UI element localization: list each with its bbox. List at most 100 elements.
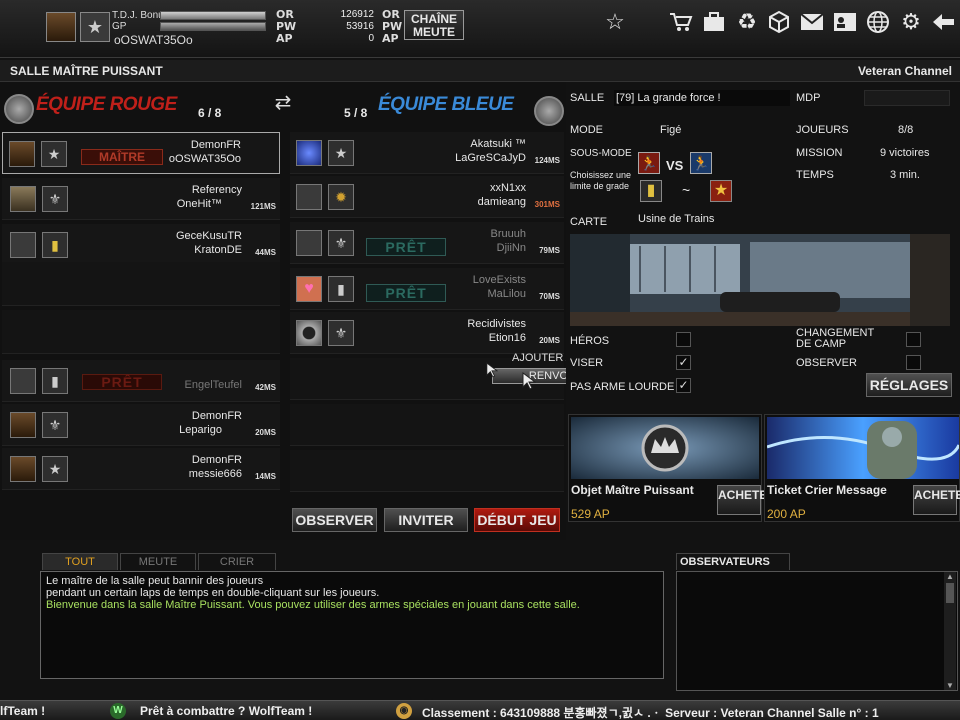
blue-slot-5[interactable]: ⚜ Recidivistes Etion16 20MS: [290, 312, 564, 354]
mdp-label: MDP: [796, 92, 821, 104]
mail-icon[interactable]: [797, 7, 827, 37]
box-icon[interactable]: [764, 7, 794, 37]
observer-checkbox[interactable]: [906, 355, 921, 370]
scroll-thumb[interactable]: [946, 583, 954, 603]
red-slot-7[interactable]: ⚜ DemonFR Leparigo 20MS: [2, 404, 280, 446]
password-field[interactable]: [864, 90, 950, 106]
chat-line: pendant un certain laps de temps en doub…: [46, 587, 380, 599]
blue-team-title: ÉQUIPE BLEUE: [378, 94, 514, 115]
reglages-button[interactable]: RÉGLAGES: [866, 373, 952, 397]
swap-teams-icon[interactable]: ⇄: [270, 90, 296, 116]
grade-limit-label: Choisissez une limite de grade: [570, 170, 632, 191]
red-slot-1[interactable]: ★ MAÎTRE DemonFR oOSWAT35Oo: [2, 132, 280, 174]
globe-icon[interactable]: [863, 7, 893, 37]
grade-range-tilde: ~: [682, 182, 691, 198]
red-slot-2[interactable]: ⚜ Referency OneHit™ 121MS: [2, 178, 280, 220]
player-clan: EngelTeufel: [184, 379, 243, 391]
player-name: DjiiNn: [496, 242, 526, 254]
player-clan: Referency: [191, 184, 242, 196]
star-rank-icon: ★: [42, 456, 68, 482]
blue-slot-4[interactable]: ♥ ▮ PRÊT LoveExists MaLilou 70MS: [290, 268, 564, 310]
tab-tout[interactable]: TOUT: [42, 553, 118, 570]
player-name: LaGreSCaJyD: [455, 152, 526, 164]
chat-log[interactable]: Le maître de la salle peut bannir des jo…: [40, 571, 664, 679]
red-slot-3[interactable]: ▮ GeceKusuTR KratonDE 44MS: [2, 224, 280, 266]
ticker-left-text: lfTeam !: [0, 704, 46, 718]
wings-rank-icon: ⚜: [328, 230, 354, 256]
mission-value: 9 victoires: [880, 147, 930, 159]
buy-button[interactable]: ACHETER: [717, 485, 776, 515]
shop-item-name: Ticket Crier Message: [767, 483, 887, 497]
red-team-count: 6 / 8: [198, 106, 222, 120]
ap-value: 0: [368, 33, 374, 44]
salle-value: [79] La grande force !: [616, 92, 721, 104]
recycle-icon[interactable]: ♻: [732, 7, 762, 37]
observers-scrollbar[interactable]: ▲ ▼: [944, 572, 956, 690]
blue-slot-1[interactable]: ★ Akatsuki ™ LaGreSCaJyD 124MS: [290, 132, 564, 174]
red-slot-5-empty[interactable]: [2, 310, 280, 354]
observers-list[interactable]: [676, 571, 958, 691]
player-clan: LoveExists: [472, 274, 526, 286]
bar-rank-icon: ▮: [42, 368, 68, 394]
briefcase-icon[interactable]: [699, 7, 729, 37]
gp-bar: [160, 22, 266, 31]
changement-camp-checkbox[interactable]: [906, 332, 921, 347]
gear-icon[interactable]: ⚙: [896, 7, 926, 37]
start-game-button[interactable]: DÉBUT JEU: [474, 508, 560, 532]
observer-button[interactable]: OBSERVER: [292, 508, 377, 532]
scroll-down-icon[interactable]: ▼: [944, 681, 956, 690]
teams-panel: ÉQUIPE ROUGE 6 / 8 ⇄ 5 / 8 ÉQUIPE BLEUE …: [0, 82, 608, 540]
blue-slot-3[interactable]: ⚜ PRÊT Bruuuh DjiiNn 79MS: [290, 222, 564, 264]
player-clan: Bruuuh: [490, 228, 526, 240]
buy-button[interactable]: ACHETER: [913, 485, 960, 515]
red-slot-6[interactable]: ▮ PRÊT EngelTeufel 42MS: [2, 360, 280, 402]
blue-slot-8-empty[interactable]: [290, 450, 564, 492]
observers-title: OBSERVATEURS: [676, 553, 790, 570]
back-arrow-icon[interactable]: [928, 7, 958, 37]
cart-icon[interactable]: [666, 7, 696, 37]
player-clan: Recidivistes: [467, 318, 526, 330]
ap-label-right: AP: [382, 32, 399, 45]
star-icon[interactable]: ☆: [600, 7, 630, 37]
heros-checkbox[interactable]: [676, 332, 691, 347]
game-lobby-window: ★ T.D.J. Bonus GP oOSWAT35Oo OR PW AP 12…: [0, 0, 960, 720]
temps-label: TEMPS: [796, 169, 834, 181]
heros-label: HÉROS: [570, 335, 610, 347]
player-ping: 20MS: [255, 428, 276, 437]
scroll-up-icon[interactable]: ▲: [944, 572, 956, 581]
pw-value: 53916: [346, 21, 374, 32]
rank-emblem-icon: [9, 141, 35, 167]
shop-card-1: Objet Maître Puissant 529 AP ACHETER: [568, 414, 776, 522]
max-grade-icon[interactable]: ★: [710, 180, 732, 202]
top-bar: ★ T.D.J. Bonus GP oOSWAT35Oo OR PW AP 12…: [0, 0, 960, 58]
blue-team-count: 5 / 8: [344, 106, 368, 120]
rank-emblem-icon: [10, 368, 36, 394]
carte-value: Usine de Trains: [638, 213, 715, 225]
red-slot-8[interactable]: ★ DemonFR messie666 14MS: [2, 448, 280, 490]
tab-meute[interactable]: MEUTE: [120, 553, 196, 570]
blue-slot-2[interactable]: ✹ xxN1xx damieang 301MS: [290, 176, 564, 218]
vs-label: VS: [666, 158, 684, 173]
invite-button[interactable]: INVITER: [384, 508, 468, 532]
rank-emblem-icon: [10, 232, 36, 258]
wolfteam-logo-icon: W: [110, 703, 126, 719]
chaine-meute-button[interactable]: CHAÎNE MEUTE: [404, 10, 464, 40]
bonus-bar: [160, 11, 266, 20]
tab-crier[interactable]: CRIER: [198, 553, 276, 570]
min-grade-icon[interactable]: ▮: [640, 180, 662, 202]
rank-emblem-icon: [296, 184, 322, 210]
mouse-cursor-icon: [522, 372, 537, 395]
star-rank-icon: ★: [328, 140, 354, 166]
contacts-icon[interactable]: [830, 7, 860, 37]
arme-lourde-checkbox[interactable]: ✓: [676, 378, 691, 393]
changement-camp-label: CHANGEMENT DE CAMP: [796, 327, 875, 350]
blue-slot-7-empty[interactable]: [290, 404, 564, 446]
viser-checkbox[interactable]: ✓: [676, 355, 691, 370]
channel-name: Veteran Channel: [857, 64, 952, 78]
red-slot-4-empty[interactable]: [2, 262, 280, 306]
player-clan: Akatsuki ™: [470, 138, 526, 150]
salle-label: SALLE: [570, 92, 605, 104]
player-clan: xxN1xx: [489, 182, 526, 194]
heart-emblem-icon: ♥: [296, 276, 322, 302]
player-ping: 70MS: [539, 292, 560, 301]
